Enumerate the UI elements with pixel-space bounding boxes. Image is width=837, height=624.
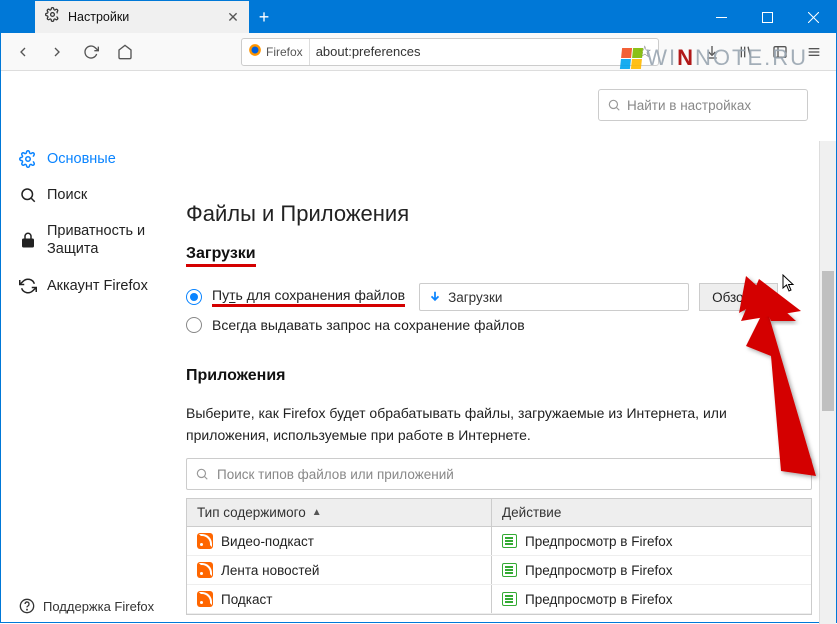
download-folder-field[interactable]: Загрузки — [419, 283, 689, 311]
feed-icon — [197, 591, 213, 607]
sidebar-support-link[interactable]: Поддержка Firefox — [1, 598, 154, 614]
support-label: Поддержка Firefox — [43, 599, 154, 614]
col-action[interactable]: Действие — [492, 499, 811, 526]
preview-icon — [502, 534, 517, 548]
sidebar-item-label: Основные — [47, 150, 116, 168]
apps-table: Тип содержимого▲ Действие Видео-подкаст … — [186, 498, 812, 615]
section-title: Файлы и Приложения — [186, 201, 812, 227]
search-icon — [195, 467, 209, 481]
table-row[interactable]: Подкаст Предпросмотр в Firefox — [187, 585, 811, 614]
sidebar-item-label: Аккаунт Firefox — [47, 277, 148, 295]
sidebar-item-privacy[interactable]: Приватность и Защита — [1, 213, 176, 267]
window-titlebar: Настройки ✕ + — [1, 1, 836, 33]
download-folder-name: Загрузки — [448, 290, 502, 305]
save-path-radio[interactable] — [186, 289, 202, 305]
scrollbar-thumb[interactable] — [822, 271, 834, 411]
col-content-type[interactable]: Тип содержимого▲ — [187, 499, 492, 526]
apps-heading: Приложения — [186, 367, 286, 385]
always-ask-radio[interactable] — [186, 317, 202, 333]
tab-close-button[interactable]: ✕ — [225, 9, 241, 25]
save-path-label[interactable]: Путь для сохранения файлов — [212, 287, 405, 307]
home-button[interactable] — [109, 37, 141, 67]
close-button[interactable] — [790, 1, 836, 33]
browse-button[interactable]: Обзор… — [699, 283, 778, 311]
preview-icon — [502, 592, 517, 606]
new-tab-button[interactable]: + — [249, 1, 279, 33]
sidebar-item-search[interactable]: Поиск — [1, 177, 176, 213]
minimize-button[interactable] — [698, 1, 744, 33]
apps-description: Выберите, как Firefox будет обрабатывать… — [186, 403, 812, 446]
always-ask-label[interactable]: Всегда выдавать запрос на сохранение фай… — [212, 317, 525, 333]
settings-search-placeholder: Найти в настройках — [627, 98, 751, 113]
forward-button[interactable] — [41, 37, 73, 67]
windows-logo-icon — [620, 48, 643, 69]
sidebar-item-general[interactable]: Основные — [1, 141, 176, 177]
download-arrow-icon — [428, 290, 442, 304]
url-input[interactable] — [316, 44, 632, 59]
sidebar-item-label: Приватность и Защита — [47, 222, 164, 258]
settings-sidebar: Основные Поиск Приватность и Защита Акка… — [1, 71, 176, 624]
back-button[interactable] — [7, 37, 39, 67]
preview-icon — [502, 563, 517, 577]
reload-button[interactable] — [75, 37, 107, 67]
search-icon — [607, 98, 621, 112]
vertical-scrollbar[interactable] — [819, 141, 836, 624]
sidebar-item-label: Поиск — [47, 186, 87, 204]
window-controls — [698, 1, 836, 33]
tab-title: Настройки — [68, 10, 217, 24]
apps-search-placeholder: Поиск типов файлов или приложений — [217, 467, 454, 482]
apps-search[interactable]: Поиск типов файлов или приложений — [186, 458, 812, 490]
maximize-button[interactable] — [744, 1, 790, 33]
sidebar-item-account[interactable]: Аккаунт Firefox — [1, 268, 176, 304]
gear-icon — [45, 7, 60, 27]
sort-asc-icon: ▲ — [312, 507, 322, 518]
feed-icon — [197, 562, 213, 578]
watermark: WINNOTE.RU — [621, 45, 808, 71]
table-row[interactable]: Видео-подкаст Предпросмотр в Firefox — [187, 527, 811, 556]
downloads-heading: Загрузки — [186, 245, 256, 267]
settings-main: Найти в настройках Файлы и Приложения За… — [176, 71, 836, 624]
firefox-icon — [248, 43, 262, 60]
save-path-row: Путь для сохранения файлов Загрузки Обзо… — [186, 283, 812, 311]
address-bar[interactable]: Firefox ☆ — [241, 38, 659, 66]
always-ask-row: Всегда выдавать запрос на сохранение фай… — [186, 317, 812, 333]
table-row[interactable]: Лента новостей Предпросмотр в Firefox — [187, 556, 811, 585]
identity-box[interactable]: Firefox — [248, 39, 310, 65]
feed-icon — [197, 533, 213, 549]
identity-label: Firefox — [266, 45, 303, 59]
content-area: Основные Поиск Приватность и Защита Акка… — [1, 71, 836, 624]
browser-tab[interactable]: Настройки ✕ — [35, 1, 249, 33]
apps-table-header: Тип содержимого▲ Действие — [187, 499, 811, 527]
settings-search[interactable]: Найти в настройках — [598, 89, 808, 121]
